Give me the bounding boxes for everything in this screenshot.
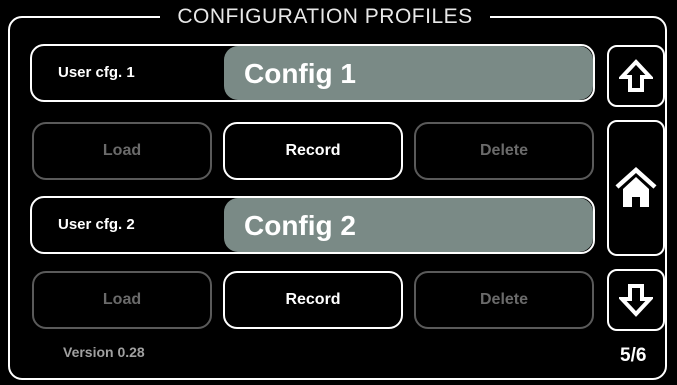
profile-name-field[interactable]: Config 1 (224, 46, 593, 100)
arrow-down-icon (619, 284, 653, 317)
profile-name: Config 1 (244, 58, 356, 89)
profile-name: Config 2 (244, 210, 356, 241)
home-icon (615, 166, 657, 207)
delete-button[interactable]: Delete (414, 271, 594, 329)
page-indicator: 5/6 (620, 345, 647, 366)
record-button[interactable]: Record (223, 122, 403, 180)
arrow-up-icon (619, 59, 653, 92)
profile-label: User cfg. 1 (58, 64, 135, 81)
page-title: CONFIGURATION PROFILES (160, 4, 490, 30)
profile-row-1[interactable]: User cfg. 1 Config 1 (30, 44, 595, 102)
profile-row-2[interactable]: User cfg. 2 Config 2 (30, 196, 595, 254)
record-button[interactable]: Record (223, 271, 403, 329)
load-button[interactable]: Load (32, 122, 212, 180)
load-button[interactable]: Load (32, 271, 212, 329)
version-label: Version 0.28 (63, 344, 145, 360)
profile-label: User cfg. 2 (58, 216, 135, 233)
scroll-up-button[interactable] (607, 45, 665, 107)
delete-button[interactable]: Delete (414, 122, 594, 180)
profile-name-field[interactable]: Config 2 (224, 198, 593, 252)
scroll-down-button[interactable] (607, 269, 665, 331)
home-button[interactable] (607, 120, 665, 256)
